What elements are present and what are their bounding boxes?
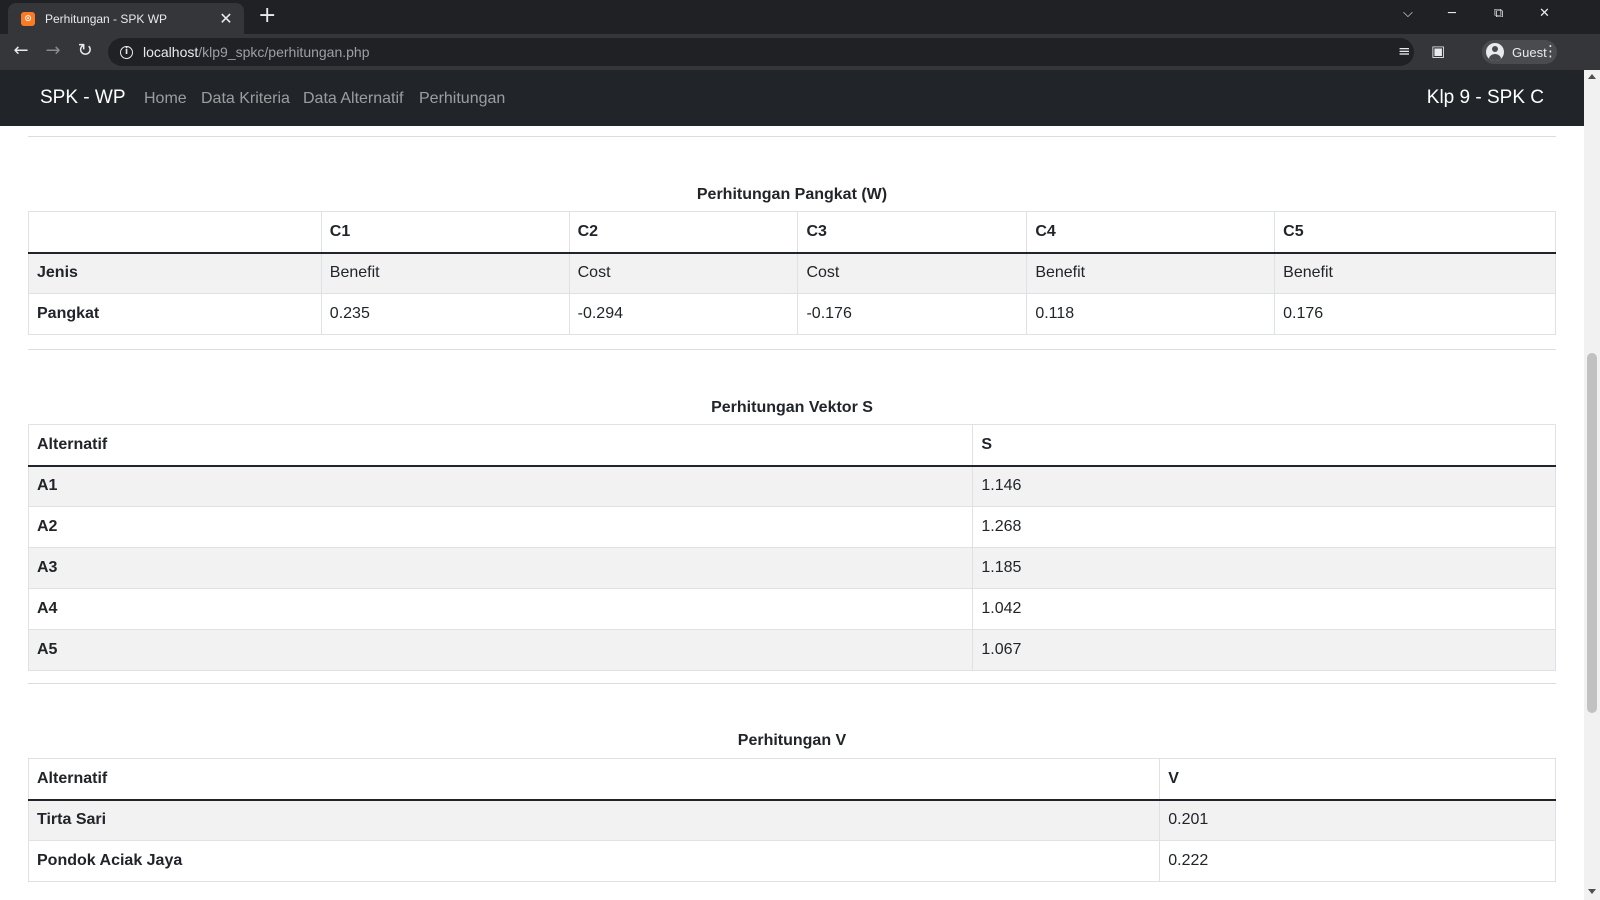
close-window-icon[interactable]: ✕ (1539, 6, 1550, 21)
table-cell: Benefit (1026, 252, 1276, 294)
pangkat-title: Perhitungan Pangkat (W) (696, 186, 888, 203)
nav-link-home[interactable]: Home (144, 90, 187, 108)
divider (28, 136, 1556, 137)
table-cell: 1.067 (972, 629, 1556, 671)
table-row: A5 1.067 (27, 629, 1556, 671)
address-bar[interactable]: i localhost/klp9_spkc/perhitungan.php (108, 38, 1414, 66)
scroll-up-arrow-icon[interactable] (1588, 74, 1596, 79)
nav-link-data-alternatif[interactable]: Data Alternatif (303, 90, 404, 108)
column-header: Alternatif (27, 424, 974, 467)
column-header: V (1159, 758, 1556, 801)
column-header: Alternatif (27, 758, 1161, 801)
row-label: A2 (27, 506, 974, 548)
nav-link-data-kriteria[interactable]: Data Kriteria (201, 90, 290, 108)
table-cell: Benefit (320, 252, 570, 294)
profile-label: Guest (1512, 44, 1547, 60)
restore-icon[interactable]: ⧉ (1494, 6, 1503, 21)
column-header: C1 (320, 211, 570, 254)
table-cell: 1.146 (972, 465, 1556, 507)
table-cell: Cost (797, 252, 1028, 294)
row-label: Tirta Sari (27, 799, 1161, 841)
table-cell: 0.118 (1026, 293, 1276, 335)
column-header (28, 211, 322, 254)
table-header-row: Alternatif S (27, 424, 1556, 467)
table-cell: Cost (568, 252, 799, 294)
media-queue-icon[interactable]: ≡ (1398, 42, 1411, 60)
nav-link-perhitungan[interactable]: Perhitungan (419, 90, 505, 108)
column-header: S (972, 424, 1556, 467)
table-cell: 0.222 (1159, 840, 1556, 882)
table-row: Tirta Sari 0.201 (27, 799, 1556, 841)
divider (28, 349, 1556, 350)
vektor-s-title: Perhitungan Vektor S (711, 399, 873, 416)
new-tab-icon[interactable]: + (258, 3, 276, 28)
row-label: Jenis (28, 252, 322, 294)
url-text: localhost/klp9_spkc/perhitungan.php (143, 44, 370, 60)
table-header-row: C1 C2 C3 C4 C5 (28, 211, 1556, 254)
browser-tab[interactable]: ⊙ Perhitungan - SPK WP ✕ (8, 3, 244, 34)
table-cell: Benefit (1274, 252, 1556, 294)
column-header: C3 (797, 211, 1028, 254)
browser-toolbar: ← → ↻ i localhost/klp9_spkc/perhitungan.… (0, 34, 1600, 70)
divider (28, 683, 1556, 684)
forward-icon[interactable]: → (41, 40, 65, 61)
side-panel-icon[interactable]: ▣ (1431, 42, 1445, 60)
browser-tab-strip: ⊙ Perhitungan - SPK WP ✕ + ⌵ ─ ⧉ ✕ (0, 0, 1600, 34)
table-row: A3 1.185 (27, 547, 1556, 589)
site-navbar: SPK - WP Home Data Kriteria Data Alterna… (0, 70, 1584, 126)
table-cell: 0.235 (320, 293, 570, 335)
navbar-group-label: Klp 9 - SPK C (1426, 87, 1544, 108)
table-row: Jenis Benefit Cost Cost Benefit Benefit (28, 252, 1556, 294)
table-cell: 1.268 (972, 506, 1556, 548)
xampp-favicon-icon: ⊙ (21, 11, 35, 26)
row-label: A3 (27, 547, 974, 589)
table-header-row: Alternatif V (27, 758, 1556, 801)
table-row: A2 1.268 (27, 506, 1556, 548)
page-scrollbar[interactable] (1584, 70, 1600, 900)
site-info-icon[interactable]: i (120, 45, 133, 59)
table-cell: 0.176 (1274, 293, 1556, 335)
column-header: C2 (568, 211, 799, 254)
vektor-v-table: Alternatif V Tirta Sari 0.201 Pondok Aci… (27, 758, 1556, 882)
column-header: C4 (1026, 211, 1276, 254)
row-label: A1 (27, 465, 974, 507)
tab-title: Perhitungan - SPK WP (45, 11, 168, 26)
scroll-thumb[interactable] (1587, 353, 1597, 713)
table-cell: 0.201 (1159, 799, 1556, 841)
guest-avatar-icon (1486, 43, 1504, 61)
table-cell: -0.294 (568, 293, 799, 335)
table-row: A1 1.146 (27, 465, 1556, 507)
scroll-down-arrow-icon[interactable] (1588, 889, 1596, 894)
vektor-v-title: Perhitungan V (737, 732, 847, 749)
table-row: A4 1.042 (27, 588, 1556, 630)
table-cell: 1.185 (972, 547, 1556, 589)
row-label: Pangkat (28, 293, 322, 335)
minimize-icon[interactable]: ─ (1448, 6, 1456, 21)
back-icon[interactable]: ← (9, 40, 33, 61)
pangkat-table: C1 C2 C3 C4 C5 Jenis Benefit Cost Cost B… (28, 211, 1556, 335)
table-row: Pangkat 0.235 -0.294 -0.176 0.118 0.176 (28, 293, 1556, 335)
reload-icon[interactable]: ↻ (73, 40, 97, 61)
vektor-s-table: Alternatif S A1 1.146 A2 1.268 A3 1.185 … (27, 424, 1556, 671)
row-label: Pondok Aciak Jaya (27, 840, 1161, 882)
row-label: A4 (27, 588, 974, 630)
table-row: Pondok Aciak Jaya 0.222 (27, 840, 1556, 882)
row-label: A5 (27, 629, 974, 671)
navbar-brand[interactable]: SPK - WP (40, 87, 126, 109)
tab-search-chevron-icon[interactable]: ⌵ (1403, 6, 1413, 21)
column-header: C5 (1274, 211, 1556, 254)
close-tab-icon[interactable]: ✕ (218, 9, 234, 28)
table-cell: 1.042 (972, 588, 1556, 630)
browser-menu-icon[interactable]: ⋮ (1543, 42, 1558, 60)
table-cell: -0.176 (797, 293, 1028, 335)
